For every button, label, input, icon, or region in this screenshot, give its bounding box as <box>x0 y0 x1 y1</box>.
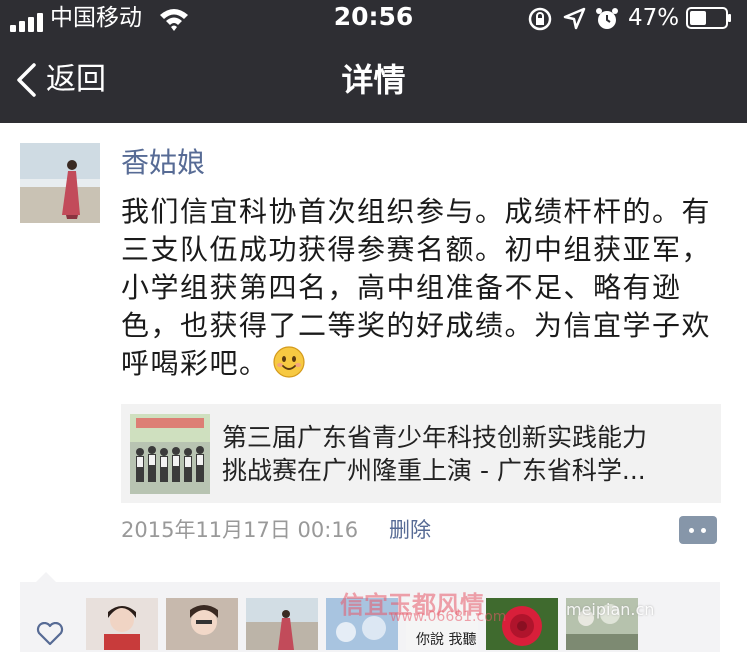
alarm-icon <box>596 8 618 29</box>
watermark-platform: meipian.cn <box>566 600 655 619</box>
link-thumbnail <box>130 414 210 494</box>
comment-icon[interactable] <box>679 516 717 544</box>
battery-percent: 47% <box>628 5 680 31</box>
smile-emoji-icon <box>272 346 305 378</box>
nav-bar: 返回 详情 <box>0 40 747 123</box>
post-body: 我们信宜科协首次组织参与。成绩杆杆的。有三支队伍成功获得参赛名额。初中组获亚军，… <box>121 195 712 380</box>
likes-arrow <box>36 572 56 582</box>
status-bar: 中国移动 20:56 47% <box>0 0 747 40</box>
post-text: 我们信宜科协首次组织参与。成绩杆杆的。有三支队伍成功获得参赛名额。初中组获亚军，… <box>121 193 721 383</box>
delete-button[interactable]: 删除 <box>389 515 431 545</box>
liker-avatar[interactable] <box>246 598 318 650</box>
avatar-photo <box>20 143 100 223</box>
avatar[interactable] <box>20 143 100 223</box>
heart-icon <box>36 622 64 646</box>
liker-avatar[interactable] <box>166 598 238 650</box>
watermark-site-url: www.06681.com <box>390 609 507 625</box>
page-title: 详情 <box>341 61 406 99</box>
link-title-line-1: 第三届广东省青少年科技创新实践能力 <box>222 423 648 452</box>
rotation-lock-icon <box>528 7 552 31</box>
username[interactable]: 香姑娘 <box>121 143 205 183</box>
post-timestamp: 2015年11月17日 00:16 <box>121 518 359 542</box>
location-arrow-icon <box>563 7 586 30</box>
link-title-line-2: 挑战赛在广州隆重上演 - 广东省科学... <box>222 456 646 485</box>
battery-icon <box>686 7 731 29</box>
top-bar: 中国移动 20:56 47% 返回 详情 <box>0 0 747 123</box>
link-title: 第三届广东省青少年科技创新实践能力 挑战赛在广州隆重上演 - 广东省科学... <box>222 421 712 487</box>
liker-avatar[interactable] <box>86 598 158 650</box>
shared-link-card[interactable]: 第三届广东省青少年科技创新实践能力 挑战赛在广州隆重上演 - 广东省科学... <box>121 404 721 503</box>
